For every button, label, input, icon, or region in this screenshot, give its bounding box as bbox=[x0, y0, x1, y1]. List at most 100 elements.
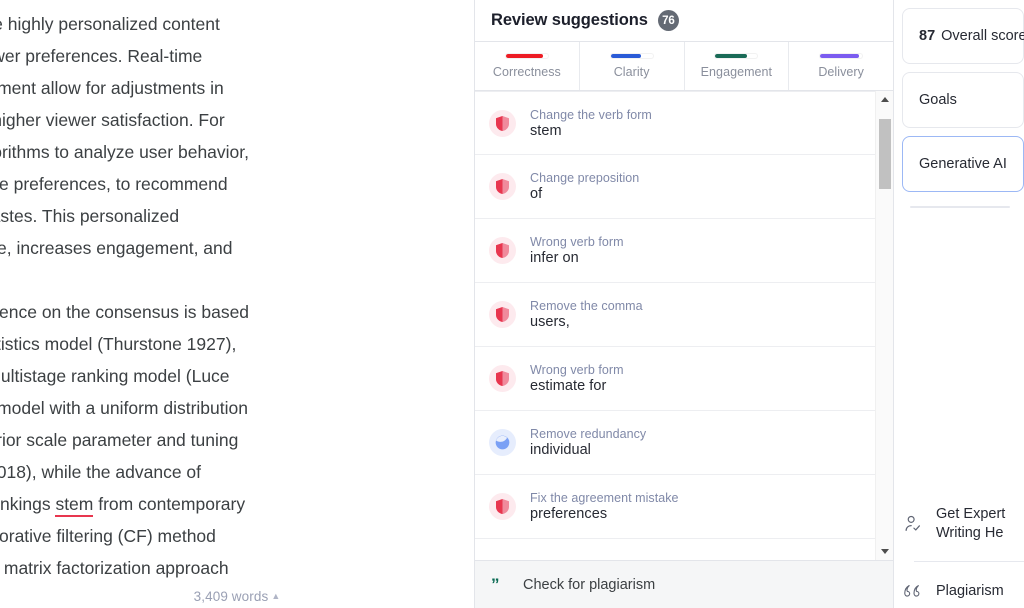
document-line-suffix: from contemporary bbox=[93, 494, 246, 514]
document-text[interactable]: ters to provide highly personalized cont… bbox=[0, 8, 392, 584]
document-line-with-suggestion: e individual rankings stem from contempo… bbox=[0, 488, 392, 520]
suggestion-text: of bbox=[530, 186, 543, 202]
sidebar-action-divider bbox=[914, 561, 1024, 562]
tab-label-clarity: Clarity bbox=[613, 65, 650, 79]
suggestion-category: Remove the comma bbox=[530, 299, 643, 313]
shield-icon bbox=[489, 365, 516, 392]
suggestion-category: Change the verb form bbox=[530, 107, 652, 122]
shield-icon bbox=[489, 109, 516, 137]
suggestion-item[interactable]: Wrong verb form infer on bbox=[475, 219, 875, 283]
droplet-icon bbox=[489, 429, 516, 456]
document-line: individual viewer preferences. Real-time bbox=[0, 46, 203, 66]
suggestion-text: users, bbox=[530, 314, 570, 330]
document-line: exponential prior scale parameter and tu… bbox=[0, 430, 239, 450]
suggestion-item[interactable]: Remove redundancy individual bbox=[475, 411, 875, 475]
suggestions-header: Review suggestions 76 bbox=[475, 0, 893, 41]
generative-ai-label: Generative AI bbox=[919, 156, 1007, 172]
document-line: lows 1957), multistage ranking model (Lu… bbox=[0, 366, 230, 386]
goals-label: Goals bbox=[919, 92, 957, 108]
document-line: ters to provide highly personalized cont… bbox=[0, 14, 220, 34]
overall-score-label: Overall score bbox=[941, 28, 1024, 44]
suggestion-text: individual bbox=[530, 442, 591, 458]
suggestion-item[interactable]: Wrong verb form estimate for bbox=[475, 347, 875, 411]
grammarly-editor-window: ters to provide highly personalized cont… bbox=[0, 0, 1024, 608]
quote-marks-icon bbox=[902, 580, 936, 602]
suggestion-item[interactable]: Remove the comma users, bbox=[475, 283, 875, 347]
quote-icon: ” bbox=[491, 575, 500, 594]
suggestion-highlighted-word[interactable]: stem bbox=[55, 494, 94, 517]
clarity-progress-fill bbox=[610, 54, 641, 58]
document-line: each user's tastes. This personalized bbox=[0, 206, 180, 226]
suggestion-category: Fix the agreement mistake bbox=[530, 491, 679, 505]
suggestion-category: Change preposition bbox=[530, 171, 640, 185]
plagiarism-label: Plagiarism bbox=[936, 582, 1004, 599]
suggestion-item[interactable]: Fix the agreement mistake preferences bbox=[475, 475, 875, 539]
suggestion-item[interactable]: Change preposition of bbox=[475, 155, 875, 219]
document-line: ver experience, increases engagement, an… bbox=[0, 238, 233, 258]
suggestion-count-badge: 76 bbox=[657, 10, 679, 31]
sidebar-card-goals[interactable]: Goals bbox=[902, 72, 1024, 128]
document-line: sian Mallows model with a uniform distri… bbox=[0, 398, 248, 418]
sidebar-card-overall-score[interactable]: 87 Overall score bbox=[902, 8, 1024, 64]
engagement-progress-fill bbox=[715, 54, 748, 58]
sidebar-card-generative-ai[interactable]: Generative AI bbox=[902, 136, 1024, 192]
tab-label-correctness: Correctness bbox=[492, 65, 561, 79]
get-expert-writing-help-button[interactable]: Get Expert Writing He bbox=[902, 505, 1024, 543]
scrollbar-thumb[interactable] bbox=[879, 119, 891, 189]
suggestion-text: preferences bbox=[530, 506, 608, 522]
document-pane[interactable]: ters to provide highly personalized cont… bbox=[0, 0, 474, 608]
tab-correctness[interactable]: Correctness bbox=[475, 42, 580, 90]
suggestion-category: Wrong verb form bbox=[530, 363, 624, 377]
document-line: ngs, and genre preferences, to recommend bbox=[0, 174, 228, 194]
right-sidebar: 87 Overall score Goals Generative AI Get… bbox=[894, 0, 1024, 608]
check-plagiarism-label: Check for plagiarism bbox=[523, 576, 656, 593]
document-line: . bbox=[0, 264, 392, 296]
word-count-bar[interactable]: 3,409 words ▲ bbox=[0, 589, 474, 604]
suggestion-text: stem bbox=[530, 122, 562, 139]
tab-engagement[interactable]: Engagement bbox=[685, 42, 790, 90]
document-line: sting of collaborative filtering (CF) me… bbox=[0, 526, 216, 546]
engagement-progress-track bbox=[714, 53, 759, 59]
tab-delivery[interactable]: Delivery bbox=[789, 42, 893, 90]
delivery-progress-track bbox=[819, 53, 864, 59]
suggestion-text: estimate for bbox=[530, 378, 607, 394]
tab-label-engagement: Engagement bbox=[700, 65, 773, 79]
sidebar-divider bbox=[910, 206, 1010, 208]
delivery-progress-fill bbox=[820, 54, 859, 58]
suggestions-scrollbar[interactable] bbox=[875, 91, 893, 560]
tab-label-delivery: Delivery bbox=[818, 65, 864, 79]
document-line: rom order statistics model (Thurstone 19… bbox=[0, 334, 237, 354]
document-line: nodel for inference on the consensus is … bbox=[0, 302, 250, 322]
document-line: ns use AI algorithms to analyze user beh… bbox=[0, 142, 250, 162]
document-line-prefix: e individual rankings bbox=[0, 494, 51, 514]
word-count-label: 3,409 words bbox=[193, 589, 269, 604]
shield-icon bbox=[489, 173, 516, 200]
shield-icon bbox=[489, 301, 516, 328]
scroll-up-arrow-icon[interactable] bbox=[876, 91, 893, 108]
panel-title: Review suggestions bbox=[491, 11, 648, 29]
suggestions-list: Change the verb form stem Change prepositi… bbox=[475, 91, 875, 560]
suggestion-category: Wrong verb form bbox=[530, 235, 624, 249]
chevron-up-icon[interactable]: ▲ bbox=[271, 591, 280, 601]
correctness-progress-track bbox=[504, 53, 549, 59]
document-line: (Vitelli et al. 2018), while the advance… bbox=[0, 462, 202, 482]
get-expert-writing-help-label: Get Expert Writing He bbox=[936, 506, 1006, 541]
document-line: n probabilistic matrix factorization app… bbox=[0, 558, 229, 578]
correctness-progress-fill bbox=[505, 54, 543, 58]
scroll-down-arrow-icon[interactable] bbox=[876, 543, 893, 560]
document-line: iewer engagement allow for adjustments i… bbox=[0, 78, 224, 98]
suggestions-list-container: Change the verb form stem Change prepositi… bbox=[475, 91, 893, 560]
suggestion-category: Remove redundancy bbox=[530, 427, 647, 441]
shield-icon bbox=[489, 237, 516, 264]
plagiarism-button[interactable]: Plagiarism bbox=[902, 580, 1024, 602]
suggestion-text: infer on bbox=[530, 250, 579, 266]
category-tabs: Correctness Clarity Engagement Delivery bbox=[475, 41, 893, 91]
check-plagiarism-button[interactable]: ” Check for plagiarism bbox=[475, 560, 893, 608]
suggestions-panel: Review suggestions 76 Correctness Clarit… bbox=[474, 0, 894, 608]
shield-icon bbox=[489, 493, 516, 520]
tab-clarity[interactable]: Clarity bbox=[580, 42, 685, 90]
document-line: g, leading to higher viewer satisfaction… bbox=[0, 110, 225, 130]
overall-score-value: 87 bbox=[919, 28, 936, 44]
person-check-icon bbox=[902, 513, 936, 535]
suggestion-item[interactable]: Change the verb form stem bbox=[475, 91, 875, 155]
